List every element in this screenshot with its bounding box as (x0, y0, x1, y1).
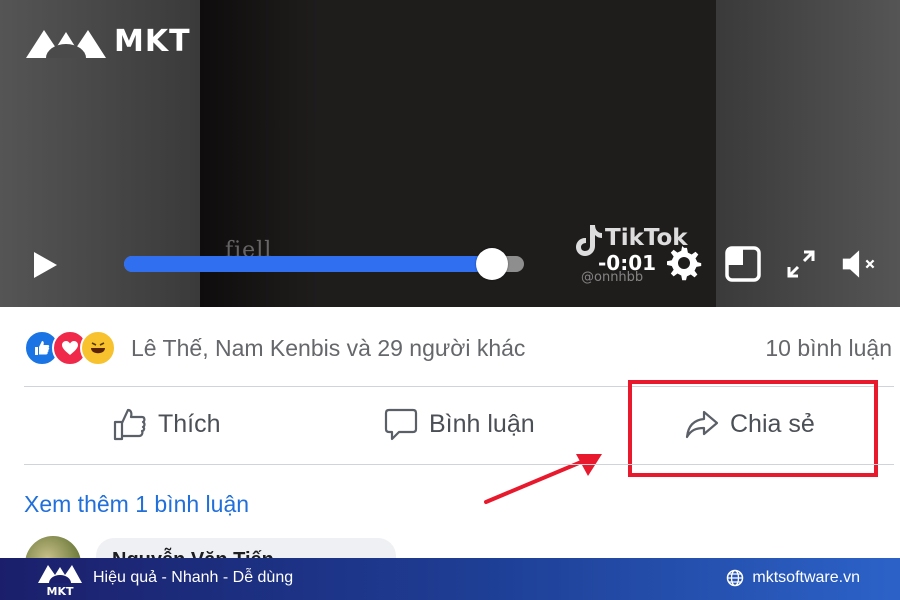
miniplayer-button[interactable] (724, 245, 762, 283)
brand-name: MKT (114, 23, 191, 59)
mkt-footer-logo-icon: MKT (38, 565, 82, 597)
gear-icon (667, 246, 702, 281)
haha-reaction-icon (80, 330, 116, 366)
share-highlight-box (628, 380, 878, 477)
comments-count[interactable]: 10 bình luận (765, 335, 892, 362)
reaction-icons[interactable] (24, 330, 116, 366)
miniplayer-icon (725, 246, 761, 282)
svg-text:MKT: MKT (47, 585, 74, 597)
pointer-arrow-icon (484, 454, 602, 504)
see-more-comments-link[interactable]: Xem thêm 1 bình luận (24, 491, 249, 518)
comment-bubble-icon (384, 408, 418, 441)
play-icon[interactable] (30, 249, 60, 281)
progress-knob[interactable] (476, 248, 508, 280)
divider-bottom (24, 464, 894, 465)
mkt-logo-icon (26, 30, 106, 58)
like-button[interactable]: Thích (112, 406, 221, 442)
mute-button[interactable] (841, 245, 879, 283)
footer-banner: MKT Hiệu quả - Nhanh - Dễ dùng mktsoftwa… (0, 558, 900, 600)
comment-button[interactable]: Bình luận (383, 406, 535, 442)
footer-website[interactable]: mktsoftware.vn (726, 569, 860, 587)
video-player[interactable]: fiell MKT TikTok @onnhbb -0:01 (0, 0, 900, 307)
globe-icon (727, 569, 744, 587)
footer-tagline: Hiệu quả - Nhanh - Dễ dùng (93, 569, 294, 586)
volume-muted-icon (842, 250, 875, 278)
reaction-summary[interactable]: Lê Thế, Nam Kenbis và 29 người khác (131, 335, 525, 362)
fullscreen-icon (787, 250, 815, 278)
mkt-brand-logo: MKT (24, 22, 191, 60)
settings-button[interactable] (666, 245, 704, 283)
time-remaining: -0:01 (598, 251, 657, 275)
like-label: Thích (158, 409, 221, 438)
comment-label: Bình luận (429, 409, 535, 438)
progress-bar[interactable] (124, 248, 524, 280)
progress-fill (124, 256, 492, 272)
thumbs-up-icon (113, 408, 146, 441)
fullscreen-button[interactable] (782, 245, 820, 283)
footer-website-text: mktsoftware.vn (752, 569, 860, 586)
